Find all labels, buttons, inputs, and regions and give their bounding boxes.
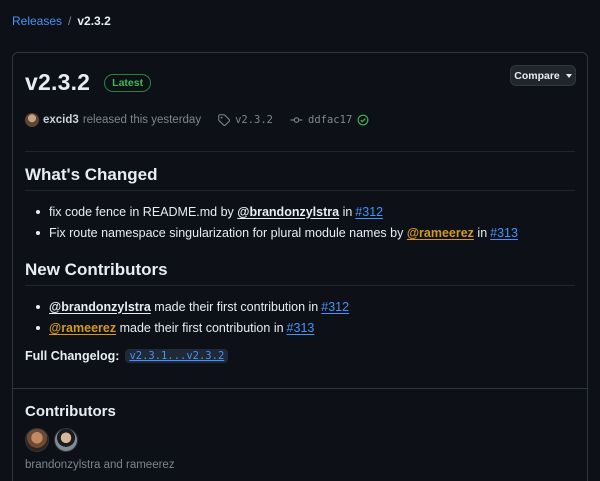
new-contributors-heading: New Contributors bbox=[25, 260, 168, 279]
whats-changed-divider bbox=[25, 190, 575, 191]
released-text: released this yesterday bbox=[82, 114, 202, 126]
changelog-label: Full Changelog: bbox=[25, 349, 120, 363]
breadcrumb-releases-link[interactable]: Releases bbox=[12, 14, 62, 28]
list-item: Fix route namespace singularization for … bbox=[25, 222, 521, 243]
whats-changed-heading: What's Changed bbox=[25, 165, 158, 184]
tag-icon bbox=[218, 114, 231, 126]
release-title[interactable]: v2.3.2 bbox=[25, 69, 90, 96]
changelog-link[interactable]: v2.3.1...v2.3.2 bbox=[125, 349, 229, 363]
verified-check-icon bbox=[357, 114, 369, 126]
release-card: v2.3.2 Latest Compare excid3 released th… bbox=[12, 52, 588, 481]
contributors-heading: Contributors bbox=[25, 403, 116, 420]
author-avatar[interactable] bbox=[25, 113, 39, 127]
breadcrumb-separator: / bbox=[68, 14, 72, 28]
list-item: @rameerez made their first contribution … bbox=[25, 317, 352, 338]
compare-button-label: Compare bbox=[514, 69, 560, 82]
contributors-divider bbox=[13, 388, 587, 389]
mention-link[interactable]: @rameerez bbox=[407, 226, 474, 240]
contribution-text: made their first contribution in bbox=[154, 299, 319, 314]
contribution-text: made their first contribution in bbox=[119, 320, 284, 335]
list-item: fix code fence in README.md by @brandonz… bbox=[25, 201, 521, 222]
pr-link[interactable]: #313 bbox=[490, 226, 518, 240]
release-meta: excid3 released this yesterday v2.3.2 dd… bbox=[25, 113, 369, 127]
commit-icon bbox=[290, 117, 303, 123]
new-contributors-list: @brandonzylstra made their first contrib… bbox=[25, 296, 352, 338]
contributor-names: brandonzylstra and rameerez bbox=[25, 459, 175, 471]
contributor-avatars bbox=[25, 428, 78, 452]
new-contributors-divider bbox=[25, 285, 575, 286]
header-divider bbox=[25, 151, 575, 152]
mention-link[interactable]: @rameerez bbox=[49, 321, 116, 335]
compare-button[interactable]: Compare bbox=[510, 65, 576, 86]
mention-link[interactable]: @brandonzylstra bbox=[49, 300, 151, 314]
release-commit[interactable]: ddfac17 bbox=[290, 114, 369, 126]
pr-link[interactable]: #313 bbox=[287, 321, 315, 335]
release-tag[interactable]: v2.3.2 bbox=[218, 114, 273, 126]
author-name[interactable]: excid3 bbox=[43, 114, 79, 126]
in-text: in bbox=[342, 204, 353, 219]
pr-link[interactable]: #312 bbox=[321, 300, 349, 314]
avatar[interactable] bbox=[25, 428, 49, 452]
tag-label: v2.3.2 bbox=[235, 114, 274, 126]
breadcrumb: Releases / v2.3.2 bbox=[12, 14, 111, 28]
breadcrumb-current: v2.3.2 bbox=[77, 14, 111, 28]
full-changelog: Full Changelog: v2.3.1...v2.3.2 bbox=[25, 349, 229, 363]
avatar[interactable] bbox=[54, 428, 78, 452]
commit-sha: ddfac17 bbox=[308, 114, 353, 126]
chevron-down-icon bbox=[565, 73, 572, 78]
release-header: v2.3.2 Latest bbox=[25, 69, 152, 96]
whats-changed-list: fix code fence in README.md by @brandonz… bbox=[25, 201, 521, 243]
mention-link[interactable]: @brandonzylstra bbox=[237, 205, 339, 219]
list-item: @brandonzylstra made their first contrib… bbox=[25, 296, 352, 317]
in-text: in bbox=[477, 225, 488, 240]
change-text: Fix route namespace singularization for … bbox=[49, 225, 404, 240]
pr-link[interactable]: #312 bbox=[355, 205, 383, 219]
latest-badge: Latest bbox=[104, 73, 152, 92]
change-text: fix code fence in README.md by bbox=[49, 204, 234, 219]
